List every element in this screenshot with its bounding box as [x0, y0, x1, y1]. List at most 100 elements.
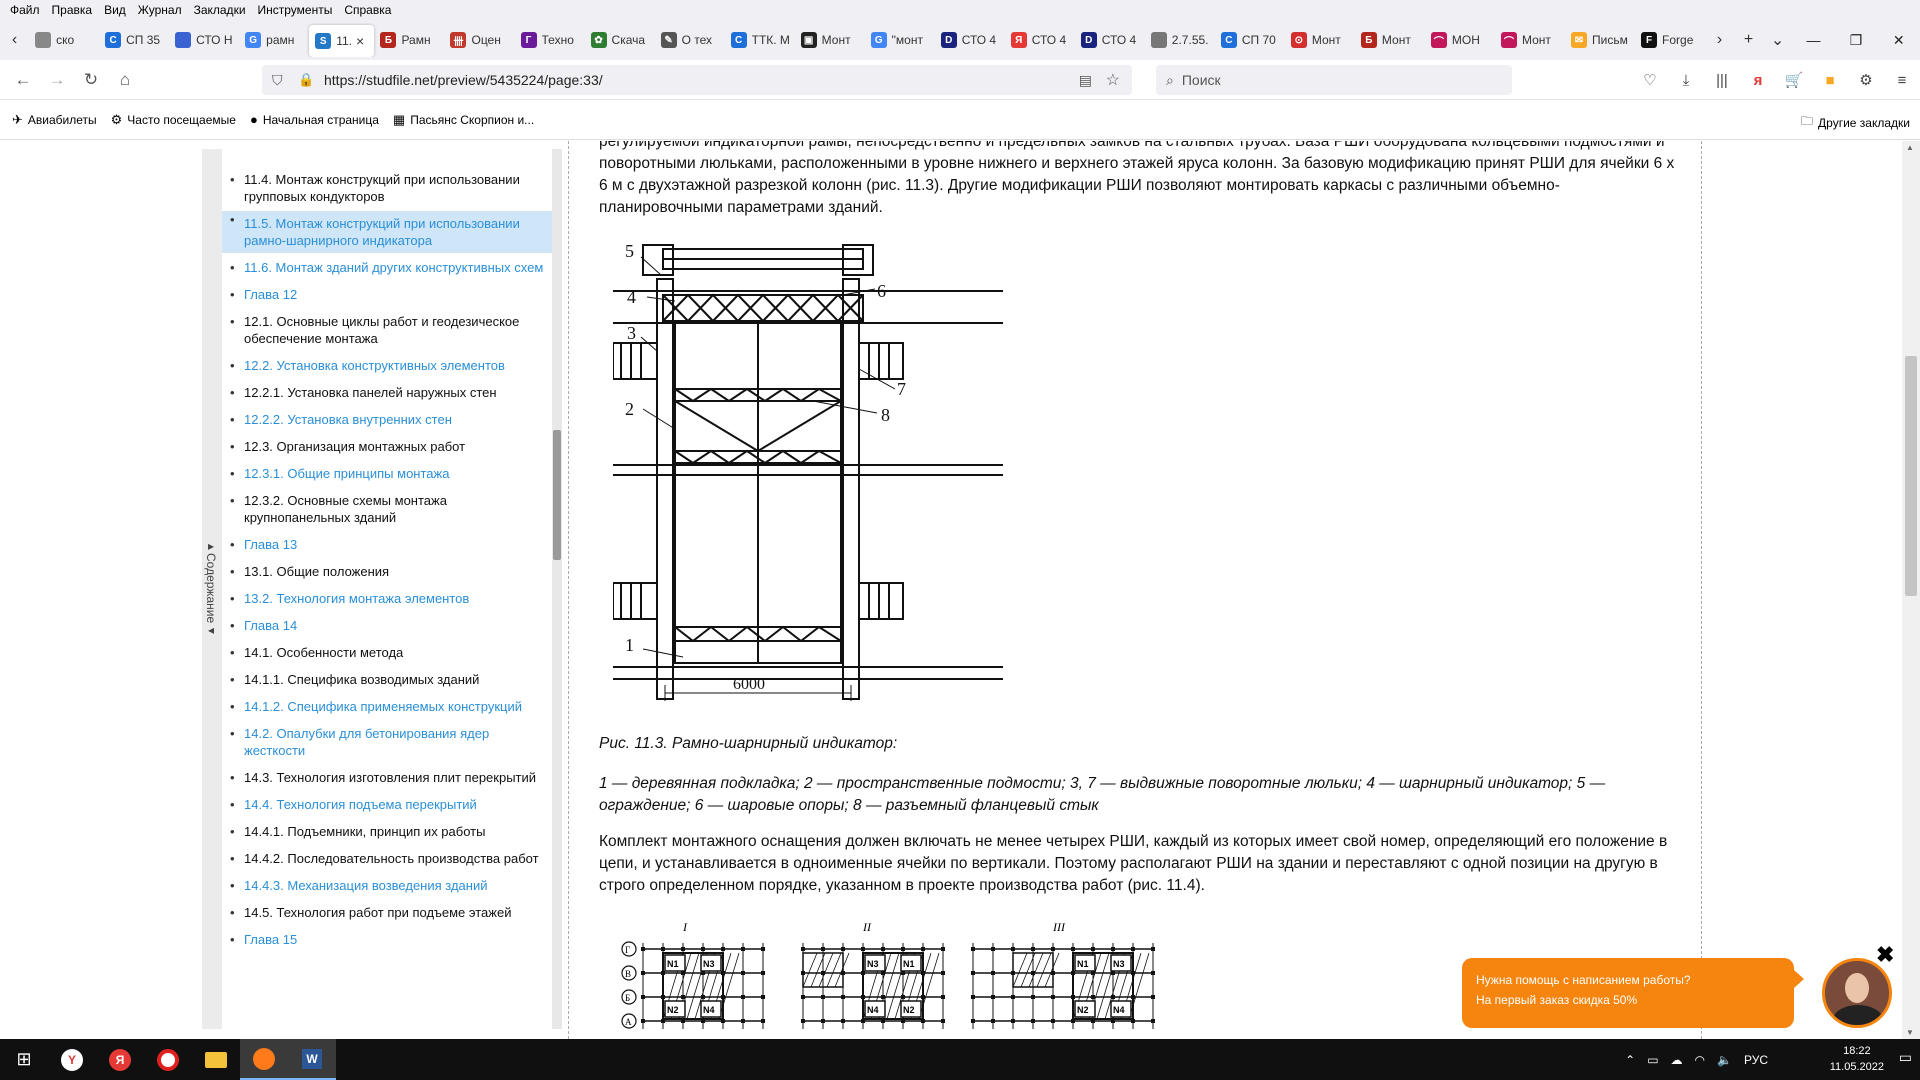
other-bookmarks[interactable]: 🗀 Другие закладки — [1801, 112, 1910, 133]
notifications-icon[interactable]: ▭ — [1899, 1049, 1912, 1066]
browser-tab[interactable]: F Forge — [1635, 24, 1705, 56]
menu-item[interactable]: Инструменты — [252, 3, 339, 17]
bookmark-item[interactable]: ⚙ Часто посещаемые — [111, 112, 236, 128]
tray-chevron-icon[interactable]: ⌃ — [1625, 1053, 1635, 1067]
browser-tab[interactable]: Б Рамн — [374, 24, 444, 56]
reader-view-icon[interactable]: ▤ — [1079, 72, 1092, 89]
toc-item[interactable]: 11.4. Монтаж конструкций при использован… — [222, 171, 552, 205]
toc-item[interactable]: 14.1.2. Специфика применяемых конструкци… — [222, 698, 552, 715]
toc-item[interactable]: 14.4.2. Последовательность производства … — [222, 850, 552, 867]
opera-icon[interactable] — [144, 1039, 192, 1080]
toc-item[interactable]: 12.2. Установка конструктивных элементов — [222, 357, 552, 374]
downloads-icon[interactable]: ⤓ — [1668, 72, 1704, 89]
toc-toggle-label[interactable]: ▸Содержание◂ — [204, 539, 218, 637]
volume-icon[interactable]: 🔈 — [1717, 1053, 1732, 1067]
shield-icon[interactable]: ⛉ — [272, 72, 283, 89]
toc-scrollbar[interactable] — [552, 149, 562, 1029]
browser-tab[interactable]: ▣ Монт — [795, 24, 865, 56]
browser-tab[interactable]: ✉ Письм — [1565, 24, 1635, 56]
browser-tab[interactable]: ✿ Скача — [585, 24, 655, 56]
browser-tab[interactable]: ⊙ Монт — [1285, 24, 1355, 56]
toc-item[interactable]: 14.4.1. Подъемники, принцип их работы — [222, 823, 552, 840]
close-window-icon[interactable]: ✕ — [1877, 32, 1920, 49]
browser-tab[interactable]: 2.7.55.pdf — [1145, 24, 1215, 56]
scroll-up-icon[interactable]: ▲ — [1906, 143, 1914, 152]
toc-item[interactable]: 14.3. Технология изготовления плит перек… — [222, 769, 552, 786]
pocket-icon[interactable]: ♡ — [1632, 71, 1668, 89]
toc-item[interactable]: 14.1. Особенности метода — [222, 644, 552, 661]
yandex-icon[interactable]: Я — [96, 1039, 144, 1080]
menu-icon[interactable]: ≡ — [1884, 72, 1920, 89]
yandex-browser-icon[interactable]: Y — [48, 1039, 96, 1080]
tray-device-icon[interactable]: ▭ — [1647, 1053, 1658, 1067]
browser-tab[interactable]: C СП 35 — [99, 24, 169, 56]
browser-tab[interactable]: Г Техно — [515, 24, 585, 56]
toc-item[interactable]: 12.1. Основные циклы работ и геодезическ… — [222, 313, 552, 347]
toc-item[interactable]: 12.2.1. Установка панелей наружных стен — [222, 384, 552, 401]
minimize-icon[interactable]: — — [1792, 32, 1835, 48]
page-scrollbar[interactable]: ▲ ▼ — [1902, 141, 1920, 1039]
bookmark-item[interactable]: ▦ Пасьянс Скорпион и... — [393, 112, 534, 128]
search-input[interactable]: ⌕ Поиск — [1156, 65, 1512, 95]
toc-item[interactable]: 11.5. Монтаж конструкций при использован… — [222, 211, 552, 253]
toc-item[interactable]: Глава 15 — [222, 931, 552, 948]
reload-icon[interactable]: ↻ — [74, 70, 108, 90]
browser-tab[interactable]: ⌒ МОН — [1425, 24, 1495, 56]
browser-tab[interactable]: G "монт — [865, 24, 935, 56]
library-icon[interactable]: ||| — [1704, 72, 1740, 89]
browser-tab[interactable]: C ТТК. М — [725, 24, 795, 56]
toc-item[interactable]: Глава 12 — [222, 286, 552, 303]
browser-tab[interactable]: ⌒ Монт — [1495, 24, 1565, 56]
browser-tab[interactable]: СТО Н — [169, 24, 239, 56]
menu-item[interactable]: Закладки — [188, 3, 252, 17]
toc-item[interactable]: 14.2. Опалубки для бетонирования ядер же… — [222, 725, 552, 759]
browser-tab[interactable]: C СП 70 — [1215, 24, 1285, 56]
browser-tab[interactable]: Gрамн — [239, 24, 309, 56]
cart-icon[interactable]: 🛒 — [1776, 71, 1812, 89]
browser-tab[interactable]: 卌 Оцен — [444, 24, 514, 56]
toc-item[interactable]: 12.3.2. Основные схемы монтажа крупнопан… — [222, 492, 552, 526]
tray-cloud-icon[interactable]: ☁ — [1671, 1053, 1683, 1067]
toc-item[interactable]: Глава 14 — [222, 617, 552, 634]
tab-close-icon[interactable]: × — [356, 33, 364, 49]
new-tab-icon[interactable]: + — [1734, 31, 1763, 49]
language-indicator[interactable]: РУС — [1744, 1053, 1768, 1067]
toc-item[interactable]: 12.3. Организация монтажных работ — [222, 438, 552, 455]
firefox-icon[interactable] — [240, 1039, 288, 1080]
flag-icon[interactable]: ■ — [1812, 72, 1848, 89]
chat-line-2[interactable]: На первый заказ скидка 50% — [1476, 990, 1794, 1010]
browser-tab[interactable]: D СТО 4 — [935, 24, 1005, 56]
yandex-icon[interactable]: я — [1740, 72, 1776, 89]
browser-tab[interactable]: Б Монт — [1355, 24, 1425, 56]
menu-item[interactable]: Файл — [4, 3, 46, 17]
toc-item[interactable]: 14.5. Технология работ при подъеме этаже… — [222, 904, 552, 921]
menu-item[interactable]: Журнал — [132, 3, 188, 17]
url-bar[interactable]: ⛉ 🔒 https://studfile.net/preview/5435224… — [262, 65, 1132, 95]
bookmark-star-icon[interactable]: ☆ — [1106, 70, 1120, 90]
bookmark-item[interactable]: ✈ Авиабилеты — [12, 112, 97, 128]
file-explorer-icon[interactable] — [192, 1039, 240, 1080]
toc-item[interactable]: 12.2.2. Установка внутренних стен — [222, 411, 552, 428]
home-icon[interactable]: ⌂ — [108, 70, 142, 90]
chat-line-1[interactable]: Нужна помощь с написанием работы? — [1476, 970, 1794, 990]
browser-tab[interactable]: ско — [29, 24, 99, 56]
browser-tab[interactable]: ✎ О тех — [655, 24, 725, 56]
menu-item[interactable]: Вид — [98, 3, 132, 17]
toc-toggle[interactable]: ▸Содержание◂ — [202, 149, 222, 1029]
chat-avatar[interactable] — [1822, 958, 1892, 1028]
windows-start-icon[interactable]: ⊞ — [0, 1039, 48, 1080]
back-icon[interactable]: ← — [6, 70, 40, 90]
extension-icon[interactable]: ⚙ — [1848, 71, 1884, 89]
chat-widget[interactable]: Нужна помощь с написанием работы? На пер… — [1462, 958, 1804, 1028]
toc-scrollbar-thumb[interactable] — [553, 430, 561, 560]
menu-item[interactable]: Справка — [338, 3, 397, 17]
chat-close-icon[interactable]: ✖ — [1876, 942, 1894, 968]
toc-item[interactable]: Глава 13 — [222, 536, 552, 553]
toc-item[interactable]: 13.1. Общие положения — [222, 563, 552, 580]
menu-item[interactable]: Правка — [46, 3, 99, 17]
toc-item[interactable]: 14.1.1. Специфика возводимых зданий — [222, 671, 552, 688]
tabs-scroll-left-icon[interactable]: ‹ — [0, 31, 29, 49]
forward-icon[interactable]: → — [40, 70, 74, 90]
url-text[interactable]: https://studfile.net/preview/5435224/pag… — [324, 72, 603, 88]
tab-list-icon[interactable]: ⌄ — [1763, 30, 1792, 50]
